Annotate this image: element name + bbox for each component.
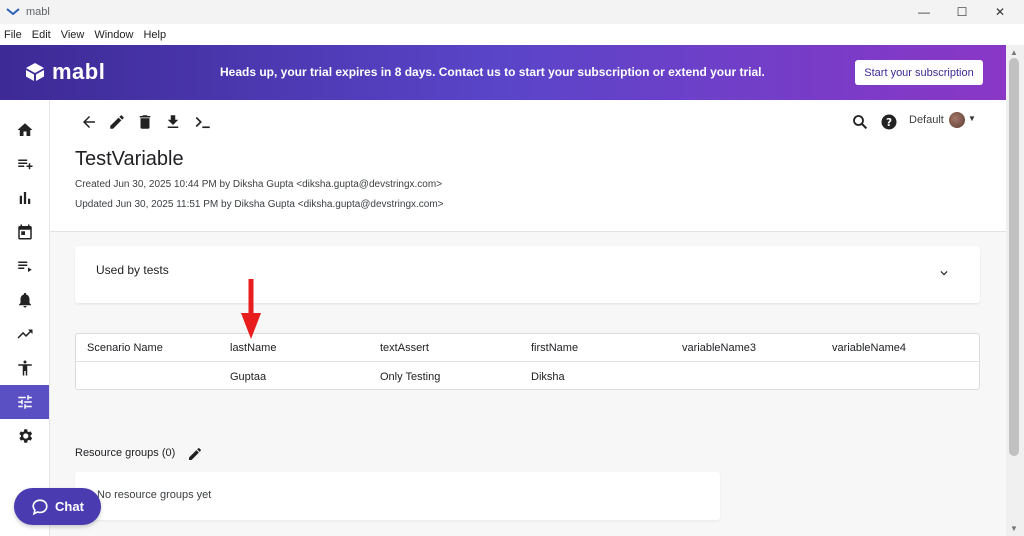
terminal-icon [195,116,210,129]
maximize-button[interactable]: ☐ [943,0,981,24]
sidebar-item-home[interactable] [0,113,49,147]
sidebar-item-reports[interactable] [0,181,49,215]
chat-label: Chat [55,499,84,514]
pencil-icon [110,115,124,129]
scroll-down-icon[interactable]: ▼ [1010,524,1018,533]
scroll-up-icon[interactable]: ▲ [1010,48,1018,57]
menu-edit[interactable]: Edit [32,29,51,41]
menu-view[interactable]: View [61,29,85,41]
download-button[interactable] [163,112,183,132]
column-header-variablename3: variableName3 [682,342,756,354]
playlist-play-icon [17,261,32,272]
trending-up-icon [17,329,32,339]
sidebar-item-notifications[interactable] [0,283,49,317]
help-button[interactable]: ? [879,112,899,132]
environment-selector[interactable]: Default [909,114,944,126]
resource-groups-panel: No resource groups yet [75,472,720,520]
column-header-lastname: lastName [230,342,277,354]
menu-window[interactable]: Window [94,29,133,41]
tune-icon [17,395,32,409]
arrow-back-icon [83,116,95,128]
sidebar-item-insights[interactable] [0,317,49,351]
created-info: Created Jun 30, 2025 10:44 PM by Diksha … [75,179,443,190]
search-icon [853,115,868,130]
cli-button[interactable] [191,112,215,132]
user-avatar[interactable] [949,112,965,128]
start-subscription-button[interactable]: Start your subscription [855,60,983,85]
sidebar-item-configuration[interactable] [0,385,49,419]
download-icon [167,115,179,128]
variable-header: ? Default ▼ TestVariable Created Jun 30,… [50,100,1006,232]
column-header-firstname: firstName [531,342,579,354]
used-by-tests-panel[interactable]: Used by tests [75,246,980,303]
search-button[interactable] [850,112,870,132]
scrollbar-thumb[interactable] [1009,58,1019,456]
chat-bubble-icon [32,498,48,515]
edit-resource-groups-icon[interactable] [187,446,203,462]
calendar-icon [17,224,32,240]
column-header-variablename4: variableName4 [832,342,906,354]
mabl-cube-icon [26,63,44,81]
sidebar-item-calendar[interactable] [0,215,49,249]
minimize-button[interactable]: — [905,0,943,24]
column-header-textassert: textAssert [380,342,429,354]
menu-bar: File Edit View Window Help [0,24,1024,45]
back-button[interactable] [79,112,99,132]
used-by-tests-label: Used by tests [96,263,169,277]
resource-groups-title: Resource groups (0) [75,447,176,459]
brand-name: mabl [52,59,106,84]
accessibility-icon [17,360,32,376]
expand-more-icon[interactable] [937,266,951,280]
svg-text:?: ? [886,117,892,129]
sidebar-item-accessibility[interactable] [0,351,49,385]
column-header-scenario-name: Scenario Name [87,342,163,354]
cell-lastname[interactable]: Guptaa [230,371,266,383]
chat-button[interactable]: Chat [14,488,101,525]
close-button[interactable]: ✕ [981,0,1019,24]
window-title: mabl [26,6,50,18]
cell-firstname[interactable]: Diksha [531,371,565,383]
sidebar-item-create[interactable] [0,147,49,181]
mabl-logo-icon [6,8,20,16]
trash-icon [139,115,151,129]
help-icon: ? [881,114,897,130]
brand[interactable]: mabl [24,59,105,85]
bell-icon [18,292,31,308]
main-content: ? Default ▼ TestVariable Created Jun 30,… [50,100,1006,536]
gear-icon [18,429,32,443]
annotation-arrow-icon [241,279,261,339]
resource-groups-empty-message: No resource groups yet [97,489,212,501]
sidebar-item-plans[interactable] [0,249,49,283]
window-titlebar: mabl [0,0,1024,24]
cell-textassert[interactable]: Only Testing [380,371,440,383]
scenario-table: Scenario Name lastName textAssert firstN… [75,333,980,390]
edit-button[interactable] [107,112,127,132]
chevron-down-icon[interactable]: ▼ [968,114,976,123]
trial-notice: Heads up, your trial expires in 8 days. … [220,65,765,79]
bar-chart-icon [19,192,30,204]
delete-button[interactable] [135,112,155,132]
sidebar [0,100,50,536]
page-title: TestVariable [75,148,184,170]
home-icon [17,123,32,136]
menu-file[interactable]: File [4,29,22,41]
sidebar-item-settings[interactable] [0,419,49,453]
playlist-add-icon [17,159,32,170]
trial-banner: mabl Heads up, your trial expires in 8 d… [0,45,1006,100]
table-header: Scenario Name lastName textAssert firstN… [76,334,979,362]
updated-info: Updated Jun 30, 2025 11:51 PM by Diksha … [75,199,444,210]
menu-help[interactable]: Help [143,29,166,41]
